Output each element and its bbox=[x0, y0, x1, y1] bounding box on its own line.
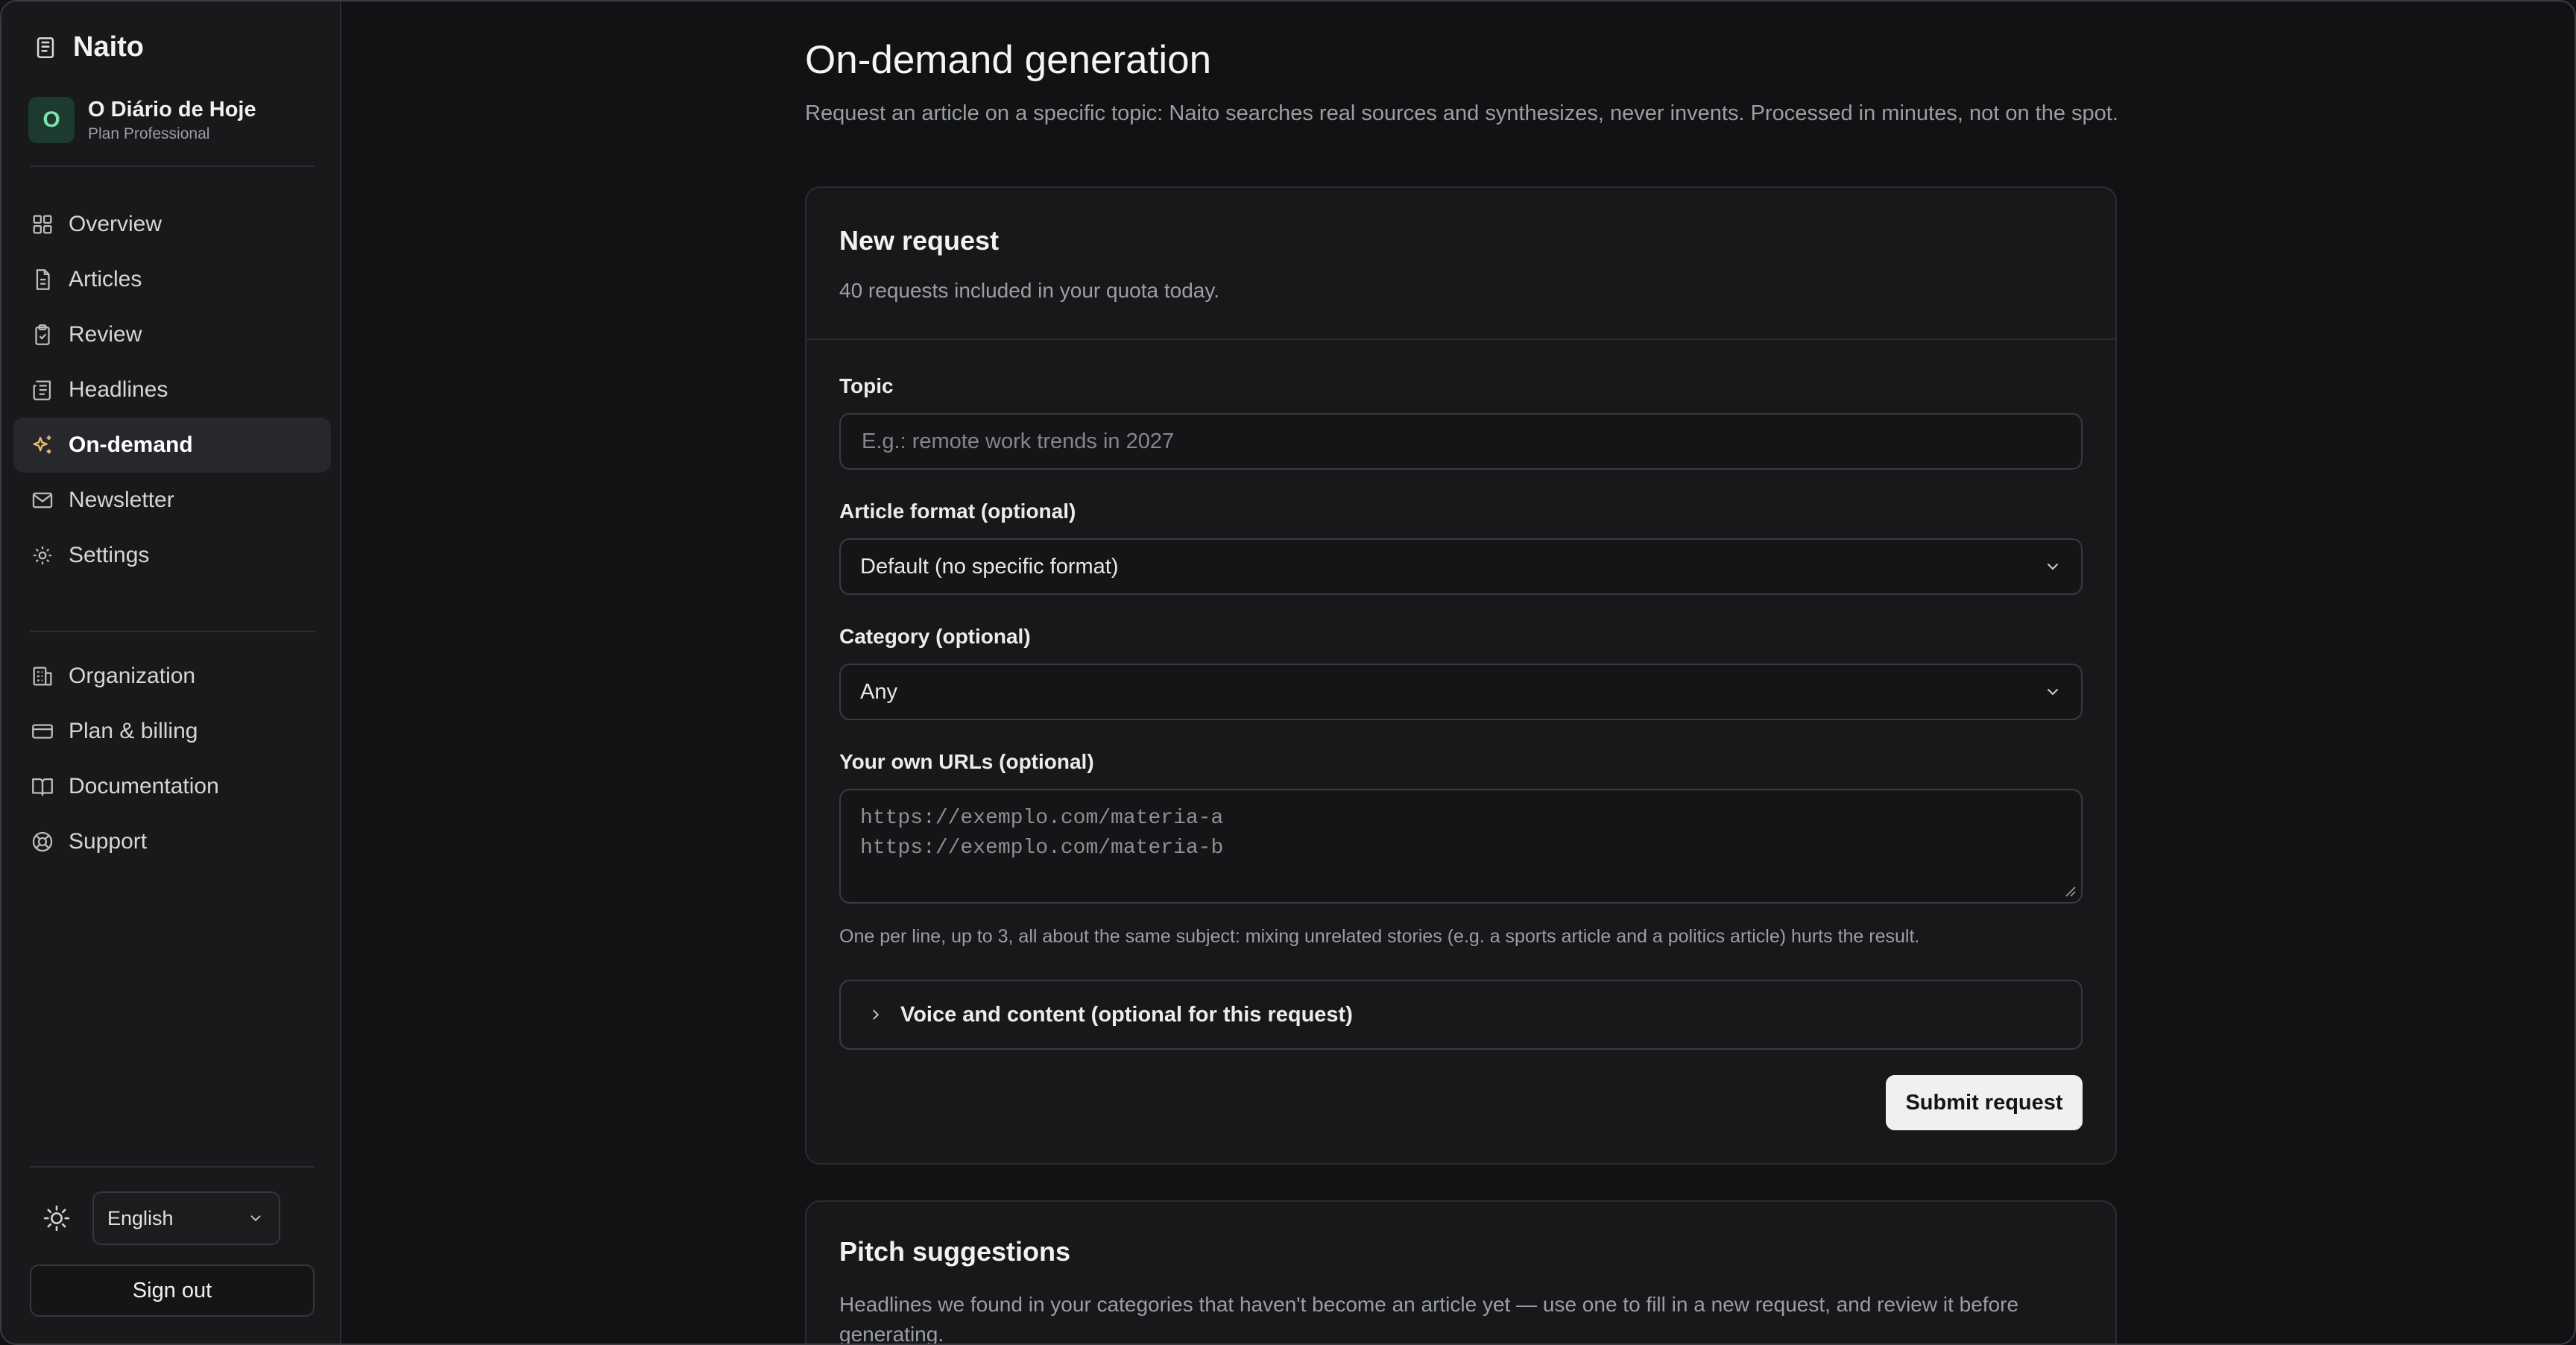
voice-content-label: Voice and content (optional for this req… bbox=[900, 1002, 1353, 1027]
app-name: Naito bbox=[73, 31, 144, 63]
sidebar-item-label: Headlines bbox=[69, 377, 168, 402]
topic-label: Topic bbox=[839, 374, 894, 397]
sidebar-item-documentation[interactable]: Documentation bbox=[13, 759, 331, 814]
sidebar-item-label: Overview bbox=[69, 212, 162, 236]
newspaper-icon bbox=[33, 380, 51, 400]
url-placeholder-line: https://exemplo.com/materia-a bbox=[860, 807, 1224, 830]
resize-handle-icon[interactable] bbox=[2062, 883, 2077, 898]
sun-icon[interactable] bbox=[42, 1203, 72, 1233]
format-select[interactable]: Default (no specific format) bbox=[839, 538, 2083, 595]
sidebar-divider bbox=[30, 166, 315, 167]
card-title: New request bbox=[839, 225, 1000, 256]
org-plan: Plan Professional bbox=[88, 125, 210, 142]
sidebar-item-label: Plan & billing bbox=[69, 719, 198, 743]
sidebar: Naito O O Diário de Hoje Plan Profession… bbox=[1, 1, 341, 1344]
sidebar-item-newsletter[interactable]: Newsletter bbox=[13, 473, 331, 528]
quota-text: 40 requests included in your quota today… bbox=[839, 279, 1220, 302]
category-select[interactable]: Any bbox=[839, 664, 2083, 720]
book-icon bbox=[32, 778, 53, 796]
sidebar-item-headlines[interactable]: Headlines bbox=[13, 362, 331, 418]
url-placeholder-line: https://exemplo.com/materia-b bbox=[860, 837, 1224, 860]
sidebar-item-label: Review bbox=[69, 322, 142, 347]
app-window: Naito O O Diário de Hoje Plan Profession… bbox=[0, 0, 2576, 1345]
sparkles-icon bbox=[33, 435, 51, 454]
pitch-description: Headlines we found in your categories th… bbox=[839, 1293, 2019, 1345]
life-buoy-icon bbox=[32, 831, 53, 852]
clipboard-check-icon bbox=[35, 324, 50, 345]
pitch-title: Pitch suggestions bbox=[839, 1236, 1071, 1267]
chevron-right-icon bbox=[873, 1009, 880, 1020]
urls-textarea[interactable]: https://exemplo.com/materia-a https://ex… bbox=[839, 789, 2083, 904]
urls-hint: One per line, up to 3, all about the sam… bbox=[839, 926, 1920, 947]
sidebar-item-articles[interactable]: Articles bbox=[13, 252, 331, 307]
sidebar-item-label: Support bbox=[69, 829, 148, 854]
secondary-nav: Organization Plan & billing Documentatio… bbox=[13, 649, 331, 869]
page-title: On-demand generation bbox=[805, 38, 1212, 82]
sidebar-item-on-demand[interactable]: On-demand bbox=[13, 418, 331, 473]
grid-icon bbox=[33, 215, 52, 234]
urls-label: Your own URLs (optional) bbox=[839, 750, 1094, 773]
language-select[interactable]: English bbox=[92, 1191, 280, 1245]
new-request-card: New request 40 requests included in your… bbox=[805, 186, 2117, 1165]
topic-field[interactable] bbox=[839, 413, 2083, 470]
sidebar-item-label: On-demand bbox=[69, 432, 193, 457]
file-icon bbox=[36, 269, 50, 290]
sidebar-item-label: Documentation bbox=[69, 774, 219, 799]
credit-card-icon bbox=[32, 724, 53, 739]
chevron-down-icon bbox=[2048, 689, 2058, 696]
page-subtitle: Request an article on a specific topic: … bbox=[805, 101, 2118, 125]
mail-icon bbox=[32, 492, 53, 508]
submit-request-button[interactable]: Submit request bbox=[1886, 1075, 2083, 1130]
format-label: Article format (optional) bbox=[839, 500, 1076, 523]
sidebar-item-organization[interactable]: Organization bbox=[13, 649, 331, 704]
org-name: O Diário de Hoje bbox=[88, 97, 256, 122]
sidebar-item-plan-billing[interactable]: Plan & billing bbox=[13, 704, 331, 759]
sidebar-item-label: Newsletter bbox=[69, 488, 174, 512]
chevron-down-icon bbox=[2048, 564, 2058, 570]
language-value: English bbox=[107, 1206, 174, 1229]
pitch-suggestions-card: Pitch suggestions Headlines we found in … bbox=[805, 1200, 2117, 1345]
sidebar-divider bbox=[30, 631, 315, 632]
category-label: Category (optional) bbox=[839, 625, 1031, 648]
voice-content-toggle[interactable]: Voice and content (optional for this req… bbox=[839, 980, 2083, 1050]
chevron-down-icon bbox=[250, 1215, 261, 1222]
sidebar-item-label: Organization bbox=[69, 664, 196, 688]
sidebar-item-overview[interactable]: Overview bbox=[13, 197, 331, 252]
card-header: New request 40 requests included in your… bbox=[806, 188, 2115, 340]
sidebar-item-review[interactable]: Review bbox=[13, 307, 331, 362]
sidebar-item-support[interactable]: Support bbox=[13, 814, 331, 869]
sign-out-button[interactable]: Sign out bbox=[30, 1264, 315, 1317]
brand[interactable]: Naito bbox=[33, 31, 144, 63]
notebook-icon bbox=[37, 37, 54, 58]
primary-nav: Overview Articles Review Headlines On-de… bbox=[13, 197, 331, 583]
sidebar-divider bbox=[30, 1166, 315, 1168]
topic-input[interactable] bbox=[860, 428, 2062, 455]
org-avatar: O bbox=[28, 97, 75, 143]
building-icon bbox=[33, 667, 52, 686]
category-value: Any bbox=[860, 679, 897, 704]
organization-switcher[interactable]: O O Diário de Hoje Plan Professional bbox=[28, 97, 256, 143]
gear-icon bbox=[33, 546, 52, 565]
sidebar-item-label: Settings bbox=[69, 543, 150, 567]
format-value: Default (no specific format) bbox=[860, 554, 1119, 579]
sidebar-item-settings[interactable]: Settings bbox=[13, 528, 331, 583]
sidebar-item-label: Articles bbox=[69, 267, 142, 292]
